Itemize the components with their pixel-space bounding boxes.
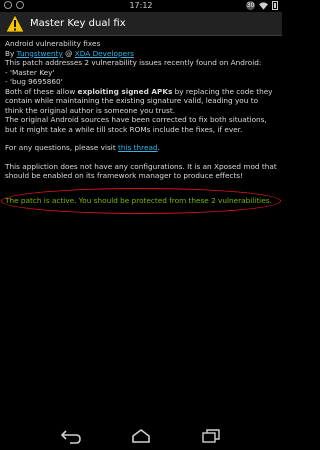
page-heading: Android vulnerability fixes xyxy=(5,39,101,48)
wifi-icon xyxy=(259,1,268,10)
author-link[interactable]: Tungstwenty xyxy=(17,49,63,58)
questions-prefix: For any questions, please visit xyxy=(5,143,116,152)
action-bar: Master Key dual fix xyxy=(0,12,282,36)
site-link[interactable]: XDA Developers xyxy=(75,49,134,58)
explanation-prefix: Both of these allow xyxy=(5,86,76,96)
app-title: Master Key dual fix xyxy=(30,18,126,29)
recents-icon[interactable] xyxy=(200,427,222,445)
status-bar: 17:12 30 xyxy=(0,0,282,12)
bug-item-1: - 'Master Key' xyxy=(5,67,55,77)
navigation-bar xyxy=(0,422,282,450)
explanation: Both of these allow exploiting signed AP… xyxy=(5,87,278,116)
byline-at: @ xyxy=(65,48,73,58)
intro-line: This patch addresses 2 vulnerability iss… xyxy=(5,58,262,67)
questions-suffix: . xyxy=(157,143,160,152)
home-icon[interactable] xyxy=(130,427,152,445)
bug-item-2: - 'bug 9695860' xyxy=(5,77,63,86)
notification-badge: 30 xyxy=(246,1,255,10)
red-ellipse-annotation xyxy=(1,187,281,214)
xposed-note: This appliction does not have any config… xyxy=(5,161,277,181)
byline-prefix: By xyxy=(5,48,15,58)
explanation-bold: exploiting signed APKs xyxy=(77,86,173,96)
thread-link[interactable]: this thread xyxy=(118,143,158,152)
sources-note: The original Android sources have been c… xyxy=(5,115,267,134)
status-time: 17:12 xyxy=(129,1,153,10)
warning-icon[interactable] xyxy=(5,14,25,33)
byline: By Tungstwenty @ XDA Developers xyxy=(5,49,278,59)
status-annotation: The patch is active. You should be prote… xyxy=(1,187,281,214)
questions-line: For any questions, please visit this thr… xyxy=(5,143,278,153)
back-icon[interactable] xyxy=(60,427,82,445)
main-content: Android vulnerability fixes By Tungstwen… xyxy=(0,36,282,422)
battery-icon xyxy=(272,1,278,10)
